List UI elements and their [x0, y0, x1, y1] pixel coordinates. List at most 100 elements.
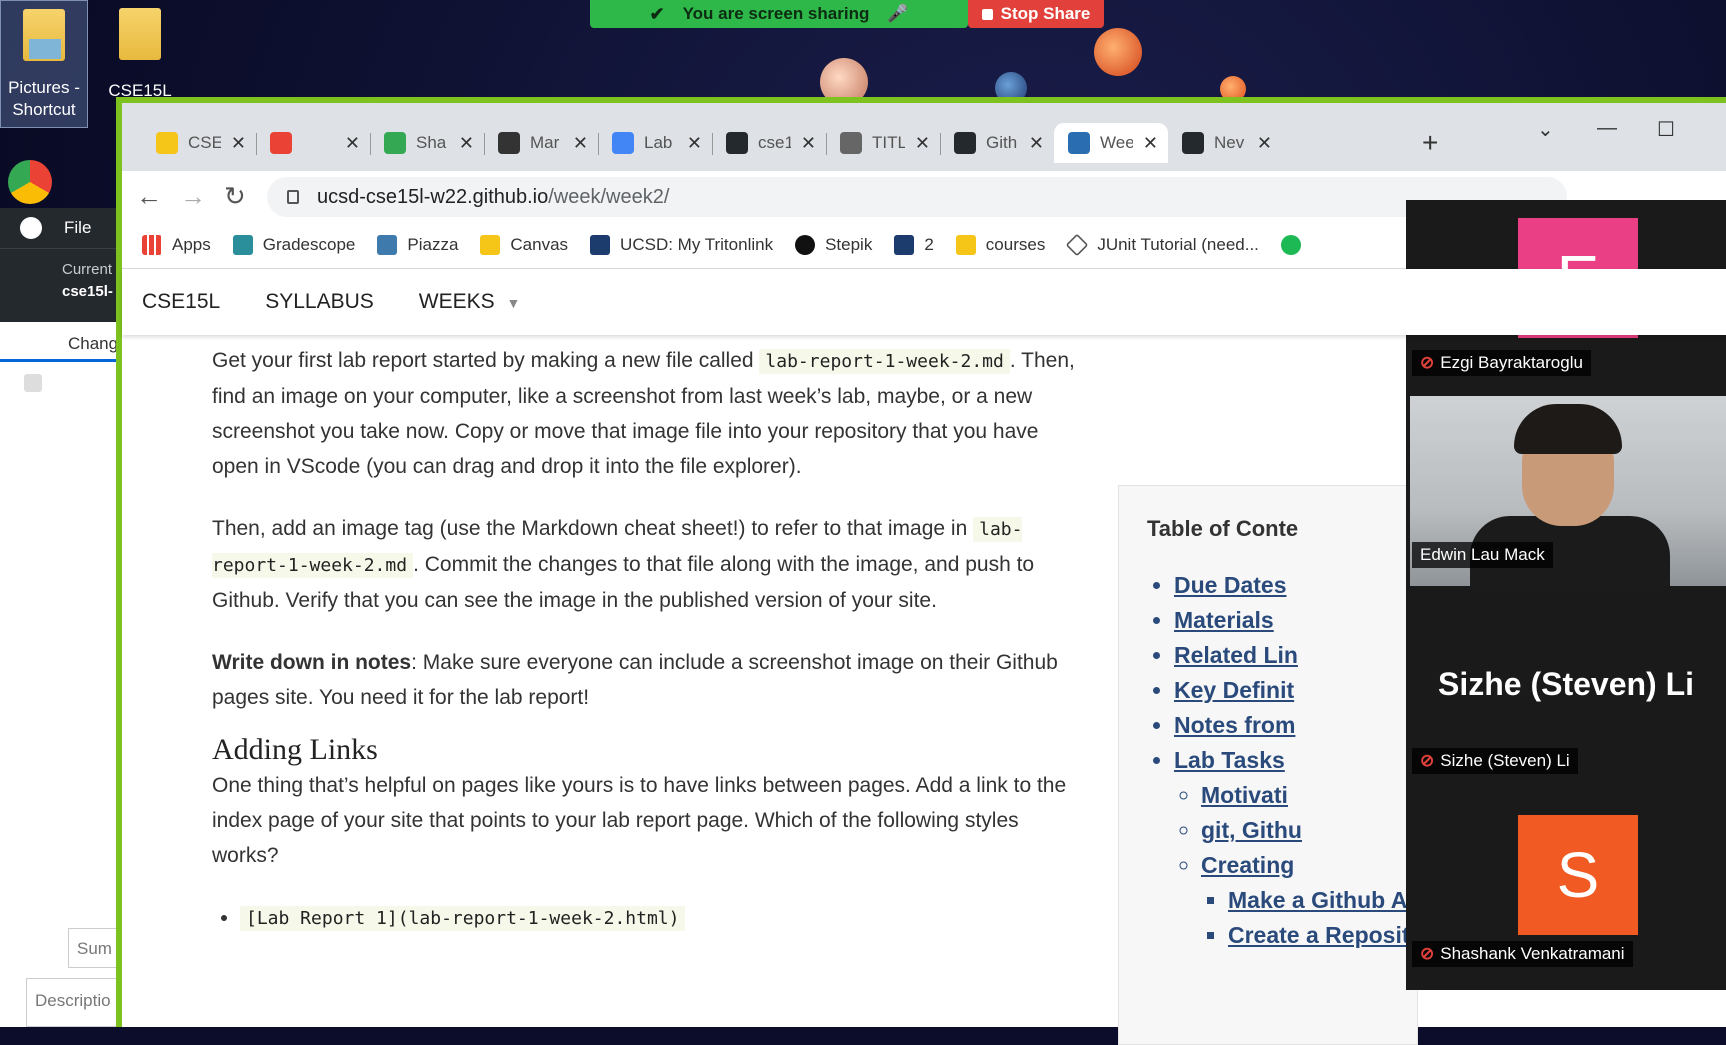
participant-nametag: ⊘ Ezgi Bayraktaroglu: [1412, 350, 1591, 376]
toc-link[interactable]: Make a Github Account: [1228, 883, 1483, 918]
stop-share-button[interactable]: Stop Share: [968, 0, 1104, 28]
site-brand-link[interactable]: CSE15L: [142, 290, 220, 314]
toc-link[interactable]: Related Lin: [1174, 638, 1417, 673]
gradescope-icon: [232, 234, 253, 255]
participant-tile[interactable]: S ⊘ Shashank Venkatramani: [1406, 815, 1726, 989]
mic-muted-icon[interactable]: 🎤: [887, 4, 908, 24]
toc-link[interactable]: Key Definit: [1174, 673, 1417, 708]
address-bar[interactable]: ucsd-cse15l-w22.github.io /week/week2/: [267, 177, 1567, 217]
close-tab-icon[interactable]: ✕: [801, 133, 816, 154]
close-tab-icon[interactable]: ✕: [345, 133, 360, 154]
commit-summary-input[interactable]: Sum: [68, 928, 118, 968]
toc-link[interactable]: git, Githu: [1201, 813, 1417, 848]
bookmark-gradescope[interactable]: Gradescope: [232, 234, 356, 255]
url-host: ucsd-cse15l-w22.github.io: [317, 185, 549, 208]
shield-icon: ✔: [649, 3, 665, 24]
browser-tab[interactable]: Wee ✕: [1054, 123, 1168, 163]
bookmark-label: courses: [985, 234, 1046, 254]
video-person-hair: [1514, 404, 1622, 454]
minimize-button[interactable]: —: [1597, 117, 1617, 140]
weeks-dropdown[interactable]: WEEKS ▼: [419, 290, 521, 314]
reload-icon[interactable]: ↻: [224, 181, 246, 212]
close-tab-icon[interactable]: ✕: [1029, 133, 1044, 154]
bookmark-stepik[interactable]: Stepik: [795, 234, 872, 255]
browser-tab[interactable]: Mar ✕: [484, 123, 598, 163]
browser-tab[interactable]: ✕: [256, 123, 370, 163]
toc-link[interactable]: Create a Repository: [1228, 918, 1445, 953]
list-item: [Lab Report 1](lab-report-1-week-2.html): [240, 900, 1082, 936]
back-icon[interactable]: ←: [136, 181, 162, 212]
tab-title: CSE: [188, 133, 221, 152]
folder-icon: [119, 8, 161, 60]
text: Then, add an image tag (use the Markdown…: [212, 517, 974, 540]
toc-link[interactable]: Lab Tasks Motivati git, Githu Creating M…: [1174, 743, 1483, 953]
maximize-button[interactable]: ☐: [1657, 117, 1675, 142]
desktop-icon-cse15l[interactable]: CSE15L: [100, 8, 180, 102]
file-menu[interactable]: File: [64, 218, 91, 238]
browser-tab[interactable]: Gith ✕: [940, 123, 1054, 163]
bookmark-label: 2: [924, 234, 934, 254]
browser-tab[interactable]: Lab ✕: [598, 123, 712, 163]
tab-separator: [256, 133, 257, 155]
browser-tab[interactable]: CSE ✕: [142, 123, 256, 163]
text: Get your first lab report started by mak…: [212, 349, 760, 372]
close-tab-icon[interactable]: ✕: [1143, 133, 1158, 154]
close-tab-icon[interactable]: ✕: [687, 133, 702, 154]
close-tab-icon[interactable]: ✕: [573, 133, 588, 154]
chrome-desktop-icon[interactable]: [8, 160, 52, 204]
bookmark-label: Apps: [172, 234, 211, 254]
toc-link[interactable]: Materials: [1174, 603, 1417, 638]
browser-tab[interactable]: Nev ✕: [1168, 123, 1282, 163]
browser-tab[interactable]: Sha ✕: [370, 123, 484, 163]
toc-link[interactable]: Creating Make a Github Account Create a …: [1201, 848, 1483, 953]
toc-link[interactable]: Due Dates: [1174, 568, 1417, 603]
section-heading: Adding Links: [212, 733, 378, 766]
close-tab-icon[interactable]: ✕: [915, 133, 930, 154]
toc-link[interactable]: Motivati: [1201, 778, 1417, 813]
participant-name: Ezgi Bayraktaroglu: [1440, 353, 1583, 372]
tab-separator: [598, 133, 599, 155]
tab-favicon-icon: [840, 132, 862, 154]
zoom-sharing-bar[interactable]: ✔ You are screen sharing 🎤: [590, 0, 968, 28]
bookmark-spotify[interactable]: [1280, 234, 1301, 255]
close-tab-icon[interactable]: ✕: [459, 133, 474, 154]
bookmark-2[interactable]: 2: [894, 234, 934, 255]
current-repo-label: Current: [62, 261, 113, 278]
paragraph: Then, add an image tag (use the Markdown…: [212, 511, 1082, 618]
link-style-list: [Lab Report 1](lab-report-1-week-2.html): [212, 900, 1082, 936]
tab-favicon-icon: [270, 132, 292, 154]
bookmark-apps[interactable]: Apps: [142, 234, 211, 255]
piazza-icon: [377, 234, 398, 255]
forward-icon[interactable]: →: [180, 181, 206, 212]
close-tab-icon[interactable]: ✕: [1257, 133, 1272, 154]
desktop-icon-pictures[interactable]: Pictures - Shortcut: [0, 0, 88, 128]
close-tab-icon[interactable]: ✕: [231, 133, 246, 154]
participant-video[interactable]: Edwin Lau Mack: [1410, 396, 1726, 586]
new-tab-button[interactable]: +: [1422, 127, 1438, 159]
tab-separator: [484, 133, 485, 155]
bookmark-label: JUnit Tutorial (need...: [1097, 234, 1259, 254]
junit-icon: [1066, 233, 1089, 256]
tab-search-icon[interactable]: ⌄: [1537, 117, 1554, 142]
tab-title: Gith: [986, 133, 1018, 152]
tab-favicon-icon: [726, 132, 748, 154]
tab-changes[interactable]: Chang: [0, 322, 118, 362]
select-all-checkbox[interactable]: [24, 374, 42, 392]
mic-muted-icon: ⊘: [1420, 944, 1435, 963]
bookmark-junit[interactable]: JUnit Tutorial (need...: [1066, 233, 1259, 256]
browser-tab[interactable]: cse1 ✕: [712, 123, 826, 163]
toc-title: Table of Conte: [1147, 516, 1299, 541]
bookmark-tritonlink[interactable]: UCSD: My Tritonlink: [590, 234, 773, 255]
bookmark-piazza[interactable]: Piazza: [377, 234, 458, 255]
commit-description-input[interactable]: Descriptio: [26, 978, 118, 1027]
current-repository-selector[interactable]: Current cse15l-: [0, 248, 117, 322]
syllabus-link[interactable]: SYLLABUS: [265, 290, 374, 314]
participant-avatar: S: [1518, 815, 1638, 935]
bookmark-canvas[interactable]: Canvas: [480, 234, 568, 255]
browser-tab[interactable]: TITL ✕: [826, 123, 940, 163]
tab-favicon-icon: [384, 132, 406, 154]
bookmark-label: Gradescope: [262, 234, 356, 254]
bookmark-courses[interactable]: courses: [955, 234, 1046, 255]
tab-title: Lab: [644, 133, 673, 152]
toc-link[interactable]: Notes from: [1174, 708, 1417, 743]
